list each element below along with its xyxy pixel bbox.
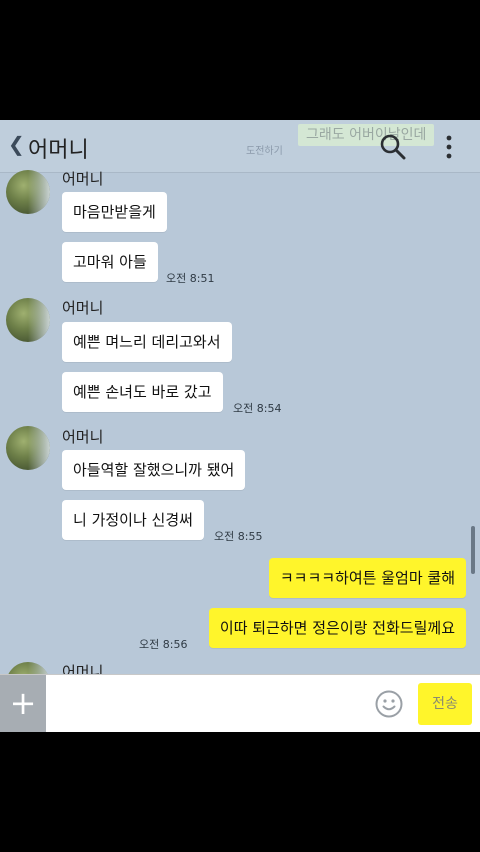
message-bubble[interactable]: 마음만받을게 <box>62 192 167 232</box>
sender-name: 어머니 <box>62 299 104 317</box>
chevron-left-icon[interactable]: ❮ <box>8 134 25 154</box>
my-message-bubble[interactable]: ㅋㅋㅋㅋ하여튼 울엄마 쿨해 <box>268 558 466 598</box>
avatar[interactable] <box>6 170 50 214</box>
smiley-icon[interactable] <box>374 689 404 719</box>
message-bubble[interactable]: 고마워 아들 <box>62 242 158 282</box>
my-message-bubble[interactable]: 이따 퇴근하면 정은이랑 전화드릴께요 <box>208 608 466 648</box>
search-icon[interactable] <box>380 134 406 160</box>
message-time: 오전 8:54 <box>233 402 282 415</box>
input-bar: + 전송 <box>0 674 480 732</box>
more-vertical-icon[interactable] <box>444 134 454 160</box>
sender-name: 어머니 <box>62 428 104 446</box>
message-time: 오전 8:56 <box>139 638 188 651</box>
chat-screen: ❮ 어머니 도전하기 그래도 어버이날인데 어머니 마음만받을게 고마워 아들 … <box>0 120 480 732</box>
scrollbar[interactable] <box>471 526 475 574</box>
message-bubble[interactable]: 니 가정이나 신경써 <box>62 500 204 540</box>
message-input[interactable] <box>56 685 360 725</box>
sender-name: 어머니 <box>62 170 104 188</box>
plus-button[interactable]: + <box>0 675 46 732</box>
avatar[interactable] <box>6 426 50 470</box>
message-bubble[interactable]: 예쁜 손녀도 바로 갔고 <box>62 372 223 412</box>
message-time: 오전 8:55 <box>214 530 263 543</box>
chat-title: 어머니 <box>28 138 89 163</box>
message-time: 오전 8:51 <box>166 272 215 285</box>
message-bubble[interactable]: 예쁜 며느리 데리고와서 <box>62 322 232 362</box>
avatar[interactable] <box>6 298 50 342</box>
header-hint: 도전하기 <box>246 146 283 157</box>
send-button[interactable]: 전송 <box>418 683 472 725</box>
chat-header: ❮ 어머니 도전하기 그래도 어버이날인데 <box>0 120 480 173</box>
message-bubble[interactable]: 아들역할 잘했으니까 됐어 <box>62 450 246 490</box>
notification-banner[interactable]: 그래도 어버이날인데 <box>298 124 435 146</box>
plus-icon: + <box>9 684 37 722</box>
